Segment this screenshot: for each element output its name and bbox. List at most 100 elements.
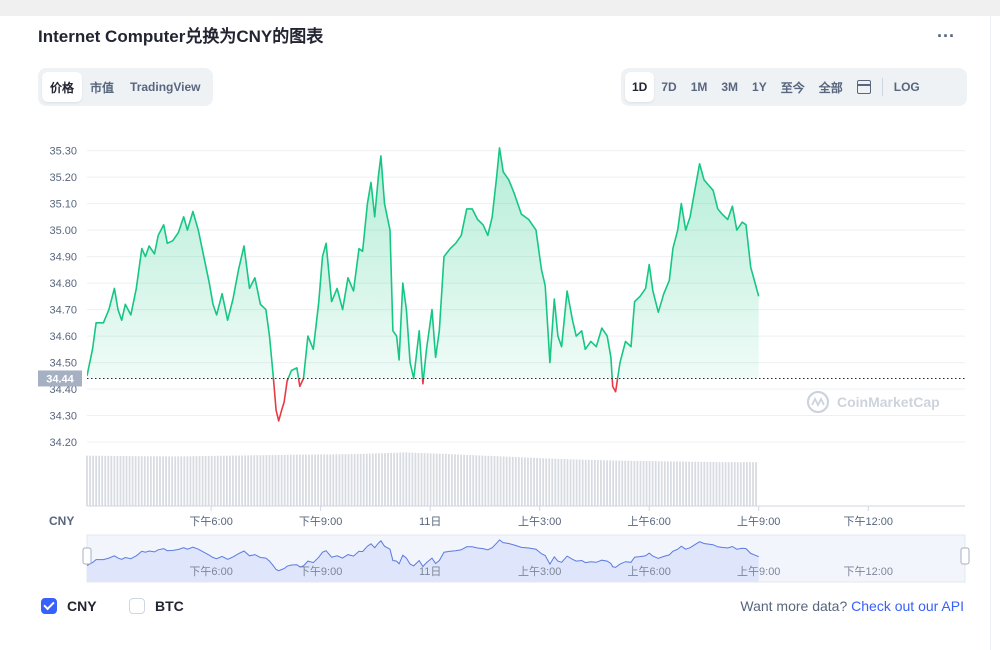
volume-bar [505, 456, 508, 506]
api-link[interactable]: Check out our API [851, 598, 964, 614]
volume-bar [143, 456, 146, 506]
volume-bar [323, 454, 326, 506]
volume-bar [712, 462, 715, 506]
watermark-text: CoinMarketCap [837, 394, 940, 410]
volume-bar [752, 462, 754, 506]
volume-bar [134, 456, 137, 506]
volume-bar [225, 455, 228, 506]
btc-checkbox[interactable] [129, 598, 145, 614]
volume-bar [271, 455, 274, 506]
volume-bar [411, 452, 414, 506]
volume-bar [627, 460, 630, 506]
y-tick-label: 34.50 [49, 358, 77, 370]
volume-bar [609, 460, 611, 506]
volume-bar [229, 455, 231, 506]
volume-bar [676, 461, 678, 506]
volume-bar [265, 455, 268, 506]
volume-bar [438, 453, 441, 506]
volume-bar [417, 452, 420, 506]
volume-bar [706, 461, 709, 506]
volume-bar [606, 460, 608, 506]
volume-bar [673, 461, 675, 506]
legend-btc[interactable]: BTC [129, 598, 184, 614]
volume-bar [651, 461, 654, 506]
volume-bar [475, 455, 478, 506]
volume-bar [238, 455, 240, 506]
volume-bar [755, 462, 757, 506]
volume-bar [457, 454, 459, 506]
volume-bar [216, 455, 219, 506]
volume-bars [86, 452, 757, 506]
volume-bar [444, 453, 447, 506]
volume-bar [481, 455, 484, 506]
volume-bar [593, 459, 596, 506]
volume-bar [490, 455, 493, 506]
volume-bar [435, 453, 438, 506]
volume-bar [332, 454, 335, 506]
cny-checkbox[interactable] [41, 598, 57, 614]
volume-bar [536, 457, 538, 506]
volume-bar [289, 454, 292, 506]
volume-bar [241, 455, 243, 506]
volume-bar [618, 460, 621, 506]
volume-bar [742, 462, 745, 506]
volume-bar [746, 462, 748, 506]
volume-bar [174, 456, 177, 506]
volume-bar [408, 452, 411, 506]
volume-bar [666, 461, 669, 506]
volume-bar [493, 456, 496, 506]
volume-bar [663, 461, 666, 506]
volume-bar [472, 455, 475, 506]
volume-bar [432, 453, 435, 506]
y-tick-label: 34.90 [49, 252, 77, 264]
volume-bar [736, 462, 739, 506]
volume-bar [335, 454, 338, 506]
watermark: CoinMarketCap [806, 390, 940, 414]
volume-bar [669, 461, 672, 506]
volume-bar [365, 453, 368, 506]
volume-bar [326, 454, 329, 506]
volume-bar [186, 456, 189, 506]
volume-bar [320, 454, 323, 506]
volume-bar [305, 454, 307, 506]
y-tick-label: 35.00 [49, 225, 77, 237]
volume-bar [718, 462, 721, 506]
volume-bar [657, 461, 660, 506]
volume-bar [104, 455, 107, 506]
volume-bar [590, 459, 593, 506]
volume-bar [709, 461, 712, 506]
volume-bar [98, 455, 101, 506]
volume-bar [359, 453, 362, 506]
api-promo: Want more data? Check out our API [740, 598, 964, 614]
volume-bar [542, 458, 545, 506]
navigator-handle-left[interactable] [82, 547, 92, 565]
navigator-tick-label: 11日 [419, 566, 441, 578]
volume-bar [596, 460, 599, 506]
volume-bar [612, 460, 615, 506]
y-tick-label: 34.70 [49, 305, 77, 317]
volume-bar [733, 462, 736, 506]
volume-bar [256, 455, 259, 506]
volume-bar [213, 455, 216, 506]
volume-bar [235, 455, 237, 506]
navigator-handle-right[interactable] [960, 547, 970, 565]
volume-bar [247, 455, 250, 506]
api-promo-text: Want more data? [740, 598, 848, 614]
volume-bar [615, 460, 618, 506]
x-tick-label: 下午6:00 [189, 515, 232, 528]
volume-bar [700, 461, 703, 506]
volume-bar [344, 454, 347, 506]
watermark-logo-mark [811, 396, 825, 408]
legend-cny[interactable]: CNY [41, 598, 97, 614]
volume-bar [86, 455, 88, 506]
volume-bar [533, 457, 535, 506]
volume-bar [219, 455, 222, 506]
volume-bar [603, 460, 605, 506]
currency-unit-label: CNY [49, 514, 74, 528]
volume-bar [545, 458, 548, 506]
volume-bar [338, 454, 341, 506]
volume-bar [460, 454, 462, 506]
volume-bar [727, 462, 730, 506]
y-tick-label: 35.20 [49, 172, 77, 184]
volume-bar [149, 456, 152, 506]
